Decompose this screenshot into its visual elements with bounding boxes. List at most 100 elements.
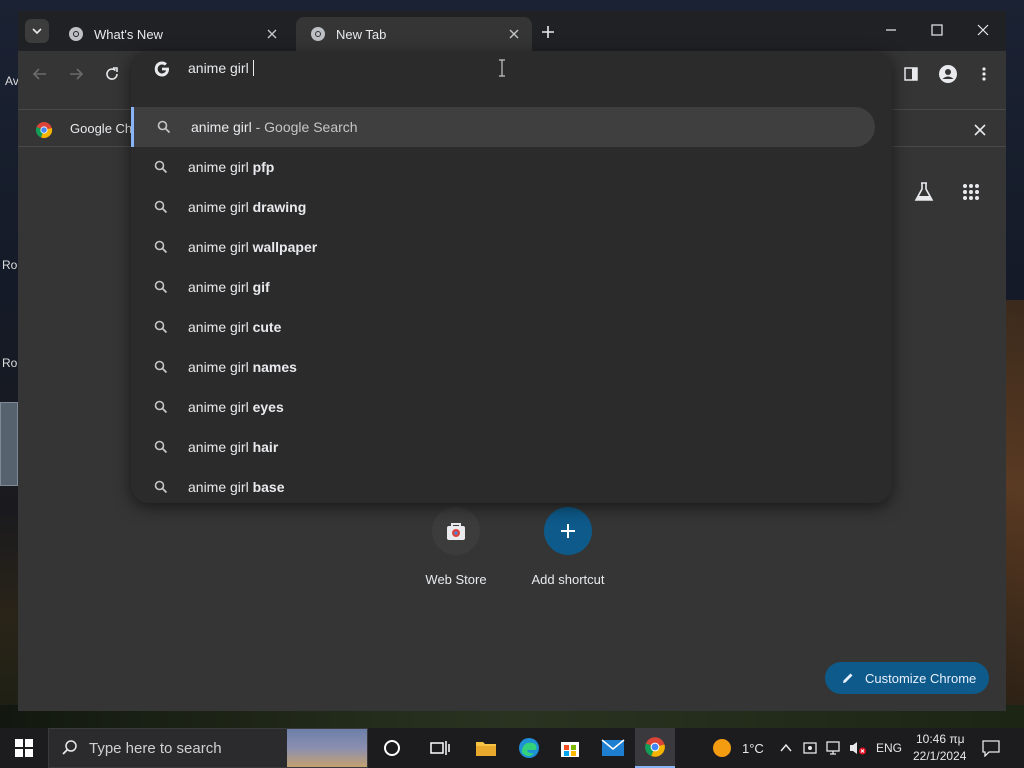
web-store-icon xyxy=(432,507,480,555)
title-bar: What's New New Tab xyxy=(18,11,1006,51)
chrome-window: What's New New Tab Google Ch Web Store A… xyxy=(18,11,1006,711)
taskbar-search-placeholder: Type here to search xyxy=(89,739,222,757)
search-icon xyxy=(157,120,171,134)
mail-icon xyxy=(601,739,625,756)
search-icon xyxy=(154,360,168,374)
circle-icon xyxy=(384,740,400,756)
suggestion-text: anime girl pfp xyxy=(188,159,274,175)
maximize-button[interactable] xyxy=(914,11,960,49)
chrome-logo-icon xyxy=(645,737,665,757)
forward-button[interactable] xyxy=(64,62,88,86)
customize-chrome-button[interactable]: Customize Chrome xyxy=(825,662,989,694)
suggestion-item[interactable]: anime girl gif xyxy=(131,267,875,307)
suggestion-completion: cute xyxy=(252,319,282,335)
text-caret xyxy=(252,60,254,76)
suggestion-text: anime girl eyes xyxy=(188,399,284,415)
tab-search-button[interactable] xyxy=(25,19,49,43)
side-panel-button[interactable] xyxy=(899,62,923,86)
suggestion-item[interactable]: anime girl cute xyxy=(131,307,875,347)
suggestion-completion: pfp xyxy=(252,159,275,175)
suggestion-prefix: anime girl xyxy=(188,359,249,375)
store-button[interactable] xyxy=(550,728,590,768)
task-view-button[interactable] xyxy=(420,728,460,768)
menu-button[interactable] xyxy=(972,62,996,86)
language-indicator[interactable]: ENG xyxy=(876,741,902,755)
minimize-icon xyxy=(886,29,896,31)
omnibox-dropdown: anime girl anime girl - Google Search an… xyxy=(131,51,892,503)
mail-button[interactable] xyxy=(593,728,633,768)
minimize-button[interactable] xyxy=(868,11,914,49)
tab-whats-new[interactable]: What's New xyxy=(54,17,290,51)
suggestion-text: anime girl drawing xyxy=(188,199,306,215)
clock-time[interactable]: 10:46 πμ xyxy=(916,732,965,746)
desktop-icon-label[interactable]: Ro xyxy=(2,258,17,272)
chrome-logo-icon xyxy=(35,122,53,139)
search-icon xyxy=(154,240,168,254)
suggestion-item[interactable]: anime girl - Google Search xyxy=(131,107,875,147)
suggestion-prefix: anime girl xyxy=(188,239,249,255)
infobar-text: Google Ch xyxy=(70,121,133,136)
suggestion-completion: drawing xyxy=(252,199,307,215)
suggestion-completion: eyes xyxy=(252,399,284,415)
cortana-button[interactable] xyxy=(372,728,412,768)
desktop-icon-label[interactable]: Av xyxy=(5,74,19,88)
shortcut-add[interactable]: Add shortcut xyxy=(512,507,624,597)
suggestion-prefix: anime girl xyxy=(188,439,249,455)
suggestion-item[interactable]: anime girl drawing xyxy=(131,187,875,227)
close-icon[interactable] xyxy=(974,123,986,141)
search-icon xyxy=(154,280,168,294)
close-icon xyxy=(977,24,989,36)
meet-now-icon[interactable] xyxy=(802,740,818,761)
chevron-up-icon[interactable] xyxy=(779,741,793,759)
taskbar-search-box[interactable]: Type here to search xyxy=(48,728,368,768)
plus-icon xyxy=(542,26,554,38)
suggestion-prefix: anime girl xyxy=(188,199,249,215)
back-button[interactable] xyxy=(28,62,52,86)
weather-sun-icon[interactable] xyxy=(712,738,732,763)
suggestion-prefix: anime girl xyxy=(188,399,249,415)
search-highlight-image xyxy=(287,729,367,767)
suggestion-text: anime girl gif xyxy=(188,279,270,295)
search-icon xyxy=(154,480,168,494)
reload-button[interactable] xyxy=(100,62,124,86)
suggestion-item[interactable]: anime girl wallpaper xyxy=(131,227,875,267)
close-window-button[interactable] xyxy=(960,11,1006,49)
suggestion-completion: base xyxy=(252,479,285,495)
volume-muted-icon[interactable] xyxy=(849,740,867,761)
suggestion-item[interactable]: anime girl names xyxy=(131,347,875,387)
suggestion-item[interactable]: anime girl hair xyxy=(131,427,875,467)
suggestion-item[interactable]: anime girl pfp xyxy=(131,147,875,187)
network-icon[interactable] xyxy=(826,740,844,761)
chrome-favicon-icon xyxy=(69,27,83,41)
suggestion-completion: gif xyxy=(252,279,270,295)
plus-icon xyxy=(544,507,592,555)
suggestion-completion: names xyxy=(252,359,297,375)
suggestion-separator: - xyxy=(251,119,265,135)
edge-button[interactable] xyxy=(509,728,549,768)
desktop-selected-icon[interactable] xyxy=(0,402,18,486)
arrow-left-icon xyxy=(32,68,46,80)
search-icon xyxy=(154,320,168,334)
suggestion-item[interactable]: anime girl base xyxy=(131,467,875,507)
suggestion-item[interactable]: anime girl eyes xyxy=(131,387,875,427)
close-icon[interactable] xyxy=(264,26,280,42)
desktop-icon-label[interactable]: Ro xyxy=(2,356,17,370)
search-icon xyxy=(154,440,168,454)
clock-date[interactable]: 22/1/2024 xyxy=(913,749,966,763)
suggestion-suffix: Google Search xyxy=(264,119,358,135)
notification-icon[interactable] xyxy=(982,739,1000,762)
weather-temp[interactable]: 1°C xyxy=(742,741,764,756)
tab-new-tab[interactable]: New Tab xyxy=(296,17,532,51)
profile-button[interactable] xyxy=(936,62,960,86)
start-button[interactable] xyxy=(0,728,48,768)
omnibox-input[interactable]: anime girl xyxy=(188,60,254,76)
suggestion-completion: hair xyxy=(252,439,279,455)
close-icon[interactable] xyxy=(506,26,522,42)
labs-icon[interactable] xyxy=(913,181,935,208)
chrome-taskbar-button[interactable] xyxy=(635,728,675,768)
file-explorer-button[interactable] xyxy=(466,728,506,768)
new-tab-button[interactable] xyxy=(537,21,559,43)
suggestion-text: anime girl hair xyxy=(188,439,278,455)
apps-grid-icon[interactable] xyxy=(962,183,980,206)
shortcut-web-store[interactable]: Web Store xyxy=(400,507,512,597)
